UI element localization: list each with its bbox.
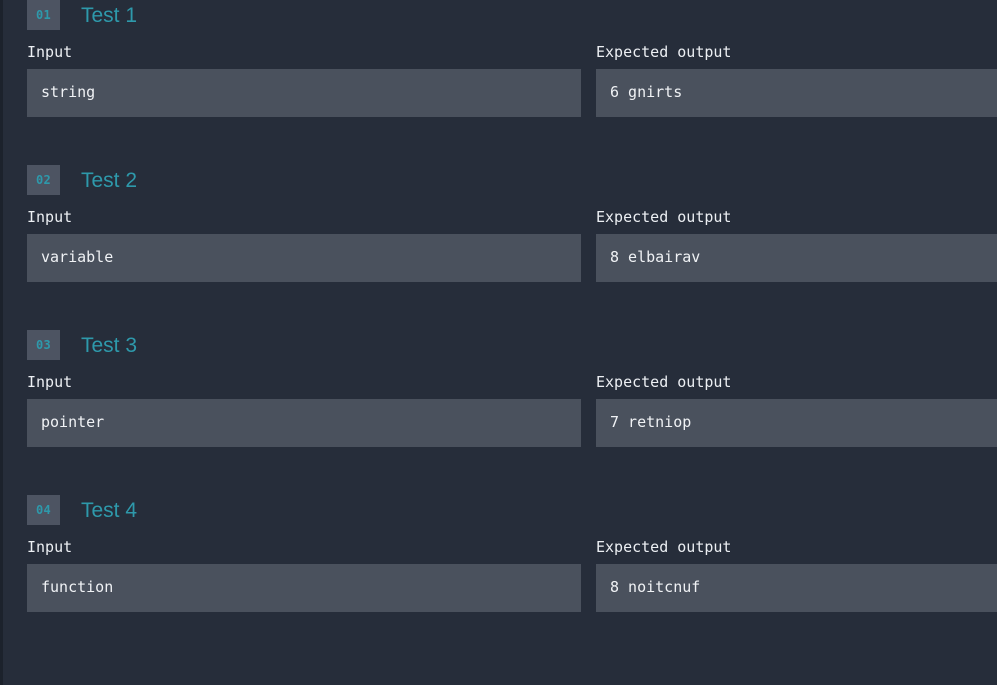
test-index-badge: 04 [27, 495, 60, 525]
test-output-column: Expected output 7 retniop [596, 373, 997, 447]
test-case-title: Test 1 [81, 3, 138, 27]
input-value: string [27, 69, 581, 117]
test-case-header: 04 Test 4 [27, 495, 997, 525]
test-case-header: 02 Test 2 [27, 165, 997, 195]
input-label: Input [27, 373, 73, 391]
expected-output-label: Expected output [596, 373, 732, 391]
test-output-column: Expected output 8 noitcnuf [596, 538, 997, 612]
test-index-badge: 02 [27, 165, 60, 195]
test-input-column: Input variable [27, 208, 581, 282]
test-case-title: Test 2 [81, 168, 138, 192]
expected-output-label: Expected output [596, 208, 732, 226]
test-cases-panel: 01 Test 1 Input string Expected output 6… [0, 0, 997, 685]
input-label: Input [27, 43, 73, 61]
test-io-row: Input string Expected output 6 gnirts [3, 43, 997, 117]
input-value: function [27, 564, 581, 612]
test-input-column: Input function [27, 538, 581, 612]
test-index-badge: 01 [27, 0, 60, 30]
test-case-header: 01 Test 1 [27, 0, 997, 30]
test-output-column: Expected output 8 elbairav [596, 208, 997, 282]
input-label: Input [27, 208, 73, 226]
expected-output-value: 7 retniop [596, 399, 997, 447]
test-input-column: Input pointer [27, 373, 581, 447]
test-case: 04 Test 4 Input function Expected output… [3, 495, 997, 612]
expected-output-value: 8 elbairav [596, 234, 997, 282]
expected-output-value: 6 gnirts [596, 69, 997, 117]
input-value: variable [27, 234, 581, 282]
test-case-title: Test 3 [81, 333, 138, 357]
expected-output-label: Expected output [596, 43, 732, 61]
test-case: 02 Test 2 Input variable Expected output… [3, 165, 997, 282]
test-output-column: Expected output 6 gnirts [596, 43, 997, 117]
test-input-column: Input string [27, 43, 581, 117]
test-io-row: Input variable Expected output 8 elbaira… [3, 208, 997, 282]
test-case-header: 03 Test 3 [27, 330, 997, 360]
expected-output-value: 8 noitcnuf [596, 564, 997, 612]
input-label: Input [27, 538, 73, 556]
test-index-badge: 03 [27, 330, 60, 360]
test-case: 01 Test 1 Input string Expected output 6… [3, 0, 997, 117]
test-io-row: Input pointer Expected output 7 retniop [3, 373, 997, 447]
test-case-title: Test 4 [81, 498, 138, 522]
input-value: pointer [27, 399, 581, 447]
test-case: 03 Test 3 Input pointer Expected output … [3, 330, 997, 447]
expected-output-label: Expected output [596, 538, 732, 556]
test-case-list: 01 Test 1 Input string Expected output 6… [3, 0, 997, 685]
test-io-row: Input function Expected output 8 noitcnu… [3, 538, 997, 612]
